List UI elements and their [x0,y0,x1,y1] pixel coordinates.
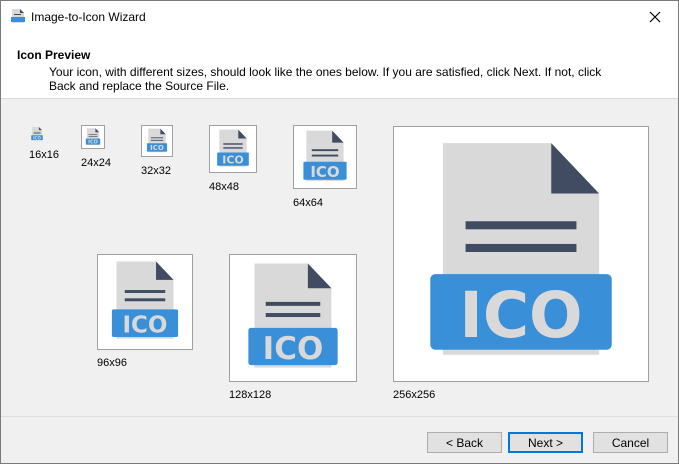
preview-48-frame: ICO [209,125,257,173]
wizard-footer: < Back Next > Cancel [1,416,678,463]
ico-file-icon: ICO [111,261,179,339]
svg-text:ICO: ICO [459,279,582,352]
app-icon [11,9,25,23]
svg-text:ICO: ICO [150,144,164,152]
preview-128-frame: ICO [229,254,357,382]
ico-file-icon: ICO [217,129,249,167]
close-button[interactable] [632,1,678,32]
preview-96-frame: ICO [97,254,193,350]
preview-24-frame: ICO [81,125,105,149]
preview-24-label: 24x24 [81,157,111,169]
preview-256-label: 256x256 [393,389,436,401]
svg-text:ICO: ICO [33,135,41,140]
next-button[interactable]: Next > [508,432,583,453]
ico-file-icon: ICO [303,130,347,181]
preview-256-frame: ICO [393,126,649,382]
preview-96-label: 96x96 [97,357,127,369]
ico-file-icon: ICO [85,128,101,146]
wizard-window: Image-to-Icon Wizard Icon Preview Your i… [0,0,679,464]
preview-48-label: 48x48 [209,181,239,193]
ico-file-icon: ICO [248,263,338,368]
ico-file-icon: ICO [430,143,612,355]
preview-128-label: 128x128 [229,389,272,401]
preview-64-frame: ICO [293,125,357,189]
wizard-header: Icon Preview Your icon, with different s… [1,32,678,99]
title-bar: Image-to-Icon Wizard [1,1,678,32]
page-description: Your icon, with different sizes, should … [49,65,602,93]
preview-64-label: 64x64 [293,197,323,209]
preview-16-label: 16x16 [29,149,59,161]
svg-text:ICO: ICO [222,154,244,167]
ico-file-icon: ICO [146,128,168,152]
page-title: Icon Preview [17,48,91,62]
preview-32-label: 32x32 [141,165,171,177]
svg-text:ICO: ICO [88,140,98,146]
preview-32-frame: ICO [141,125,173,157]
svg-text:ICO: ICO [123,312,168,338]
window-title: Image-to-Icon Wizard [31,10,146,24]
back-button[interactable]: < Back [427,432,502,453]
cancel-button[interactable]: Cancel [593,432,668,453]
svg-text:ICO: ICO [263,331,324,367]
preview-area: ICO 16x16 ICO 24x24 ICO 32x32 ICO 48x48 … [1,99,678,416]
preview-16-frame: ICO [29,126,45,142]
svg-text:ICO: ICO [310,163,339,181]
ico-file-icon: ICO [31,126,43,141]
close-icon [649,11,661,22]
